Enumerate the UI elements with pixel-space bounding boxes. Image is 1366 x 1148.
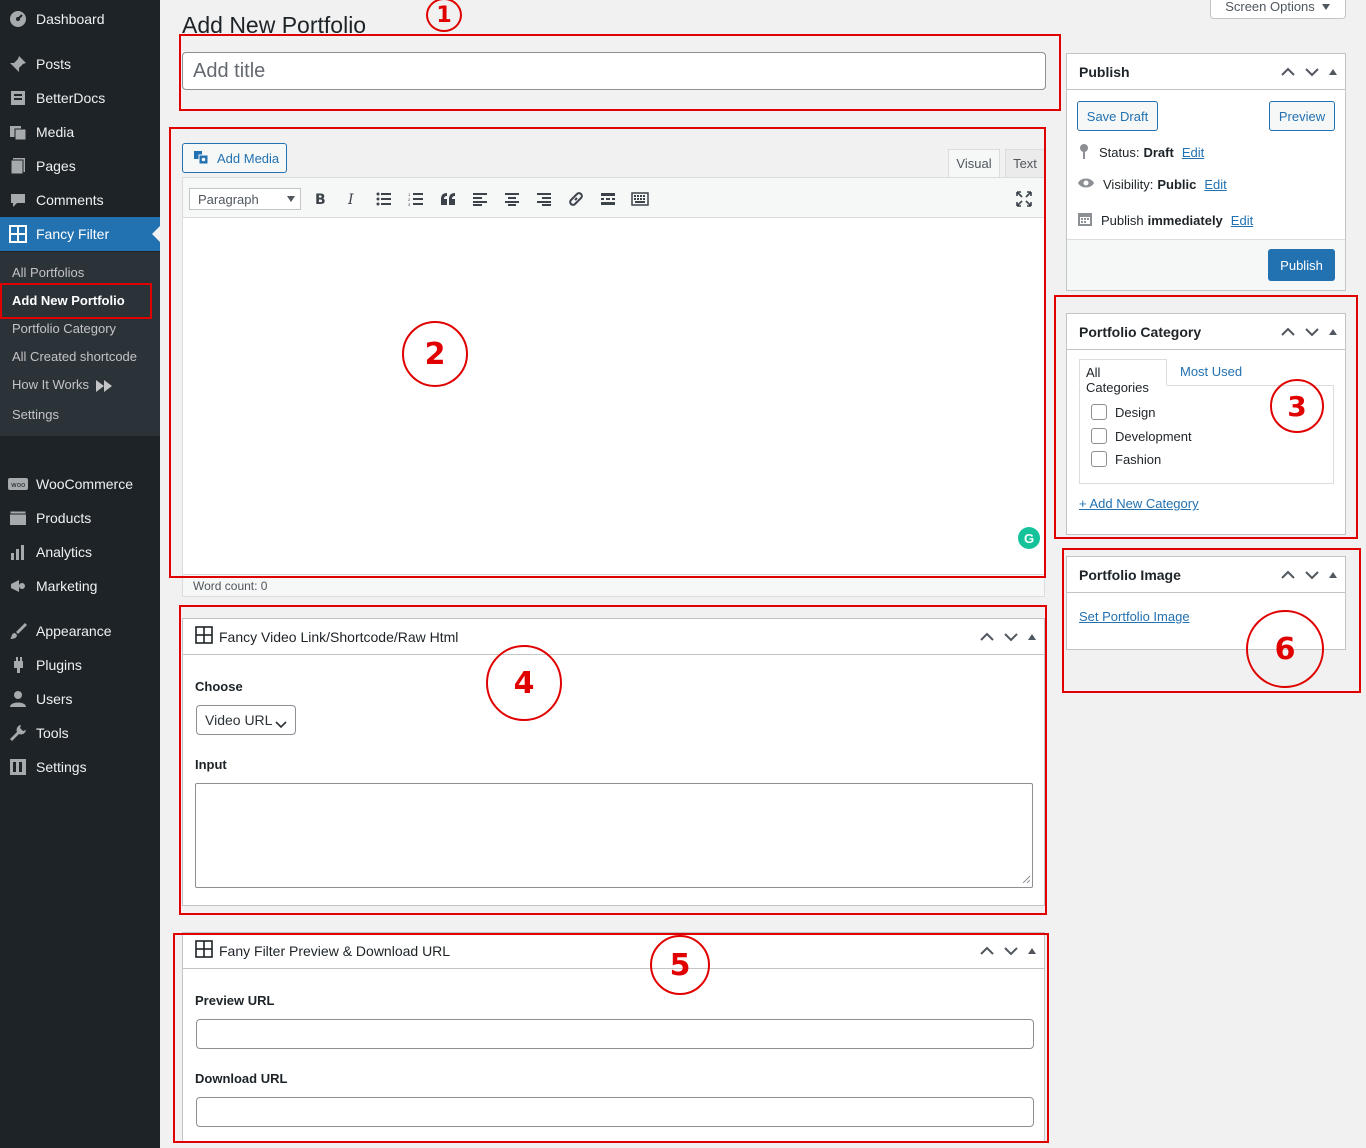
screen-options-button[interactable]: Screen Options: [1210, 0, 1346, 19]
menu-label: WooCommerce: [36, 476, 133, 492]
menu-label: Products: [36, 510, 92, 526]
publish-button[interactable]: Publish: [1268, 249, 1335, 281]
callout-4: 4: [486, 645, 562, 721]
megaphone-icon: [8, 576, 28, 596]
publish-box-title: Publish: [1079, 63, 1130, 80]
grid-icon: [8, 224, 28, 244]
preview-button[interactable]: Preview: [1269, 101, 1335, 131]
menu-marketing[interactable]: Marketing: [0, 569, 160, 603]
menu-label: Appearance: [36, 623, 112, 639]
visibility-label: Visibility:: [1103, 177, 1154, 192]
status-label: Status:: [1099, 145, 1140, 160]
menu-pages[interactable]: Pages: [0, 149, 160, 183]
submenu-settings[interactable]: Settings: [12, 407, 59, 422]
menu-label: Plugins: [36, 657, 82, 673]
pages-icon: [8, 156, 28, 176]
menu-label: Fancy Filter: [36, 226, 110, 242]
menu-settings[interactable]: Settings: [0, 750, 160, 784]
schedule-label: Publish: [1101, 213, 1144, 228]
status-row: Status: Draft Edit: [1077, 143, 1204, 162]
fancy-filter-submenu: All Portfolios Add New Portfolio Portfol…: [0, 252, 160, 436]
comments-icon: [8, 190, 28, 210]
menu-label: Tools: [36, 725, 69, 741]
publish-box: Publish Save Draft Preview Status: Draft…: [1066, 53, 1346, 291]
menu-label: Posts: [36, 56, 72, 72]
dashboard-icon: [8, 9, 28, 29]
menu-dashboard[interactable]: Dashboard: [0, 2, 160, 36]
submenu-label: How It Works: [12, 377, 90, 392]
screen-options-label: Screen Options: [1225, 0, 1315, 14]
menu-woocommerce[interactable]: woo WooCommerce: [0, 467, 160, 501]
media-icon: [8, 122, 28, 142]
chevron-down-icon[interactable]: [1305, 64, 1319, 80]
edit-schedule-link[interactable]: Edit: [1231, 213, 1253, 228]
visibility-row: Visibility: Public Edit: [1077, 177, 1227, 192]
menu-products[interactable]: Products: [0, 501, 160, 535]
publish-box-header: Publish: [1067, 54, 1345, 90]
analytics-icon: [8, 542, 28, 562]
annotation-box-5: [173, 933, 1049, 1143]
annotation-box-menu: [0, 283, 152, 319]
caret-down-icon: [1321, 0, 1331, 14]
callout-3: 3: [1270, 379, 1324, 433]
menu-analytics[interactable]: Analytics: [0, 535, 160, 569]
menu-media[interactable]: Media: [0, 115, 160, 149]
brush-icon: [8, 621, 28, 641]
calendar-icon: [1077, 211, 1093, 230]
menu-betterdocs[interactable]: BetterDocs: [0, 81, 160, 115]
menu-label: Media: [36, 124, 75, 140]
eye-icon: [1077, 177, 1095, 192]
submenu-all-created-shortcode[interactable]: All Created shortcode: [12, 349, 137, 364]
pin-icon: [1077, 143, 1091, 162]
menu-label: Dashboard: [36, 11, 105, 27]
menu-appearance[interactable]: Appearance: [0, 614, 160, 648]
wrench-icon: [8, 723, 28, 743]
menu-fancy-filter[interactable]: Fancy Filter: [0, 217, 160, 251]
active-arrow: [152, 226, 160, 242]
callout-1: 1: [426, 0, 462, 32]
save-draft-button[interactable]: Save Draft: [1077, 101, 1158, 131]
menu-plugins[interactable]: Plugins: [0, 648, 160, 682]
woo-icon: woo: [8, 474, 28, 494]
menu-label: Comments: [36, 192, 104, 208]
admin-sidebar: Dashboard Posts BetterDocs Media Pages C…: [0, 0, 160, 1148]
status-value: Draft: [1143, 145, 1174, 160]
annotation-box-2: [169, 127, 1046, 578]
menu-label: Marketing: [36, 578, 98, 594]
submenu-how-it-works[interactable]: How It Works: [12, 377, 114, 392]
callout-5: 5: [650, 935, 710, 995]
menu-label: Settings: [36, 759, 87, 775]
plug-icon: [8, 655, 28, 675]
schedule-value: immediately: [1147, 213, 1223, 228]
annotation-box-1: [179, 34, 1061, 111]
menu-tools[interactable]: Tools: [0, 716, 160, 750]
user-icon: [8, 689, 28, 709]
menu-posts[interactable]: Posts: [0, 47, 160, 81]
box-controls: [1281, 54, 1337, 90]
edit-status-link[interactable]: Edit: [1182, 145, 1204, 160]
schedule-row: Publish immediately Edit: [1077, 211, 1253, 230]
submenu-all-portfolios[interactable]: All Portfolios: [12, 265, 84, 280]
settings-icon: [8, 757, 28, 777]
annotation-box-4: [179, 605, 1047, 915]
svg-text:woo: woo: [11, 481, 25, 489]
edit-visibility-link[interactable]: Edit: [1204, 177, 1226, 192]
visibility-value: Public: [1157, 177, 1197, 192]
docs-icon: [8, 88, 28, 108]
menu-label: Analytics: [36, 544, 93, 560]
menu-users[interactable]: Users: [0, 682, 160, 716]
collapse-toggle-icon[interactable]: [1329, 69, 1337, 75]
submenu-portfolio-category[interactable]: Portfolio Category: [12, 321, 116, 336]
menu-label: Pages: [36, 158, 76, 174]
menu-comments[interactable]: Comments: [0, 183, 160, 217]
chevron-up-icon[interactable]: [1281, 64, 1295, 80]
fast-forward-icon: [93, 377, 114, 392]
callout-6: 6: [1246, 610, 1324, 688]
menu-label: BetterDocs: [36, 90, 106, 106]
products-icon: [8, 508, 28, 528]
menu-label: Users: [36, 691, 73, 707]
pin-icon: [8, 54, 28, 74]
callout-2: 2: [402, 321, 468, 387]
